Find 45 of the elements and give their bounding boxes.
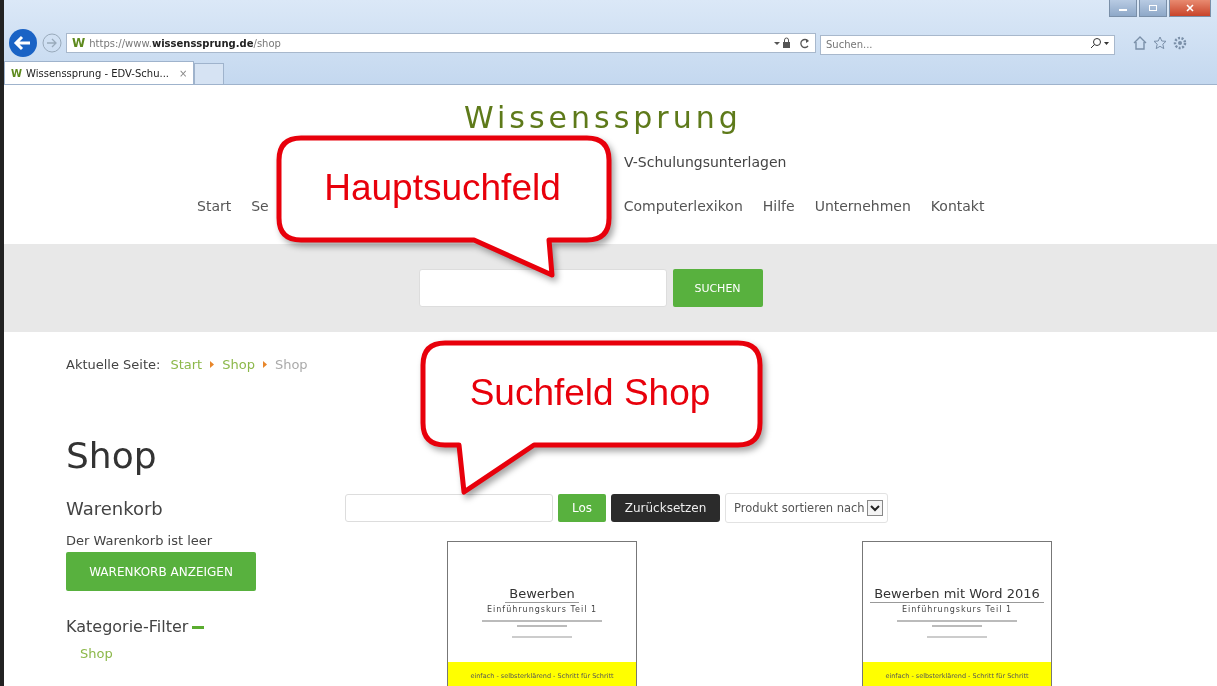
address-bar[interactable]: W https://www.wissenssprung.de/shop [66, 33, 816, 53]
cart-heading: Warenkorb [66, 498, 164, 519]
callout-text: Suchfeld Shop [468, 370, 712, 415]
nav-link[interactable]: Hilfe [762, 198, 795, 214]
nav-link[interactable]: Kontakt [930, 198, 985, 214]
maximize-button[interactable] [1139, 0, 1167, 17]
site-icon: W [72, 36, 86, 50]
book-title: Bewerben mit Word 2016 [870, 586, 1044, 603]
browser-tab[interactable]: W Wissenssprung - EDV-Schu... × [4, 61, 195, 84]
main-search-field[interactable] [418, 269, 667, 307]
breadcrumb-label: Aktuelle Seite: [66, 357, 161, 372]
close-icon [1185, 4, 1195, 12]
home-icon[interactable] [1133, 36, 1147, 50]
back-button[interactable] [8, 28, 38, 58]
reset-button[interactable]: Zurücksetzen [611, 494, 720, 522]
url-text: https://www.wissenssprung.de/shop [89, 37, 282, 49]
search-icon [1090, 37, 1110, 49]
book-subtitle: Einführungskurs Teil 1 [487, 605, 597, 614]
browser-search-field[interactable]: Suchen... [820, 34, 1115, 55]
callout-text: Hauptsuchfeld [323, 165, 562, 210]
sort-dropdown[interactable]: Produkt sortieren nach [725, 493, 888, 523]
forward-button[interactable] [42, 33, 62, 53]
nav-link[interactable]: Start [197, 198, 232, 214]
breadcrumb-separator-icon [210, 361, 215, 368]
maximize-icon [1148, 4, 1158, 12]
new-tab-button[interactable] [194, 63, 225, 84]
filter-heading: Kategorie-Filter [66, 617, 189, 636]
tab-close-button[interactable]: × [179, 67, 188, 79]
shop-search-field[interactable] [345, 494, 553, 522]
site-tagline: V-Schulungsunterlagen [624, 154, 788, 170]
close-button[interactable] [1169, 0, 1211, 17]
settings-icon[interactable] [1173, 36, 1187, 50]
star-icon[interactable] [1153, 36, 1167, 50]
cart-empty-message: Der Warenkorb ist leer [66, 533, 214, 548]
nav-link[interactable]: Se [251, 198, 269, 214]
tab-title: Wissenssprung - EDV-Schu... [26, 67, 170, 79]
book-subtitle: Einführungskurs Teil 1 [902, 605, 1012, 614]
nav-link[interactable]: Unternehmen [814, 198, 911, 214]
refresh-icon[interactable] [800, 37, 810, 49]
minimize-button[interactable] [1109, 0, 1137, 17]
site-icon: W [11, 67, 23, 79]
page-heading: Shop [66, 434, 158, 478]
nav-link[interactable]: Computerlexikon [623, 198, 743, 214]
book-title: Bewerben [505, 586, 579, 603]
breadcrumb-separator-icon [262, 361, 267, 368]
